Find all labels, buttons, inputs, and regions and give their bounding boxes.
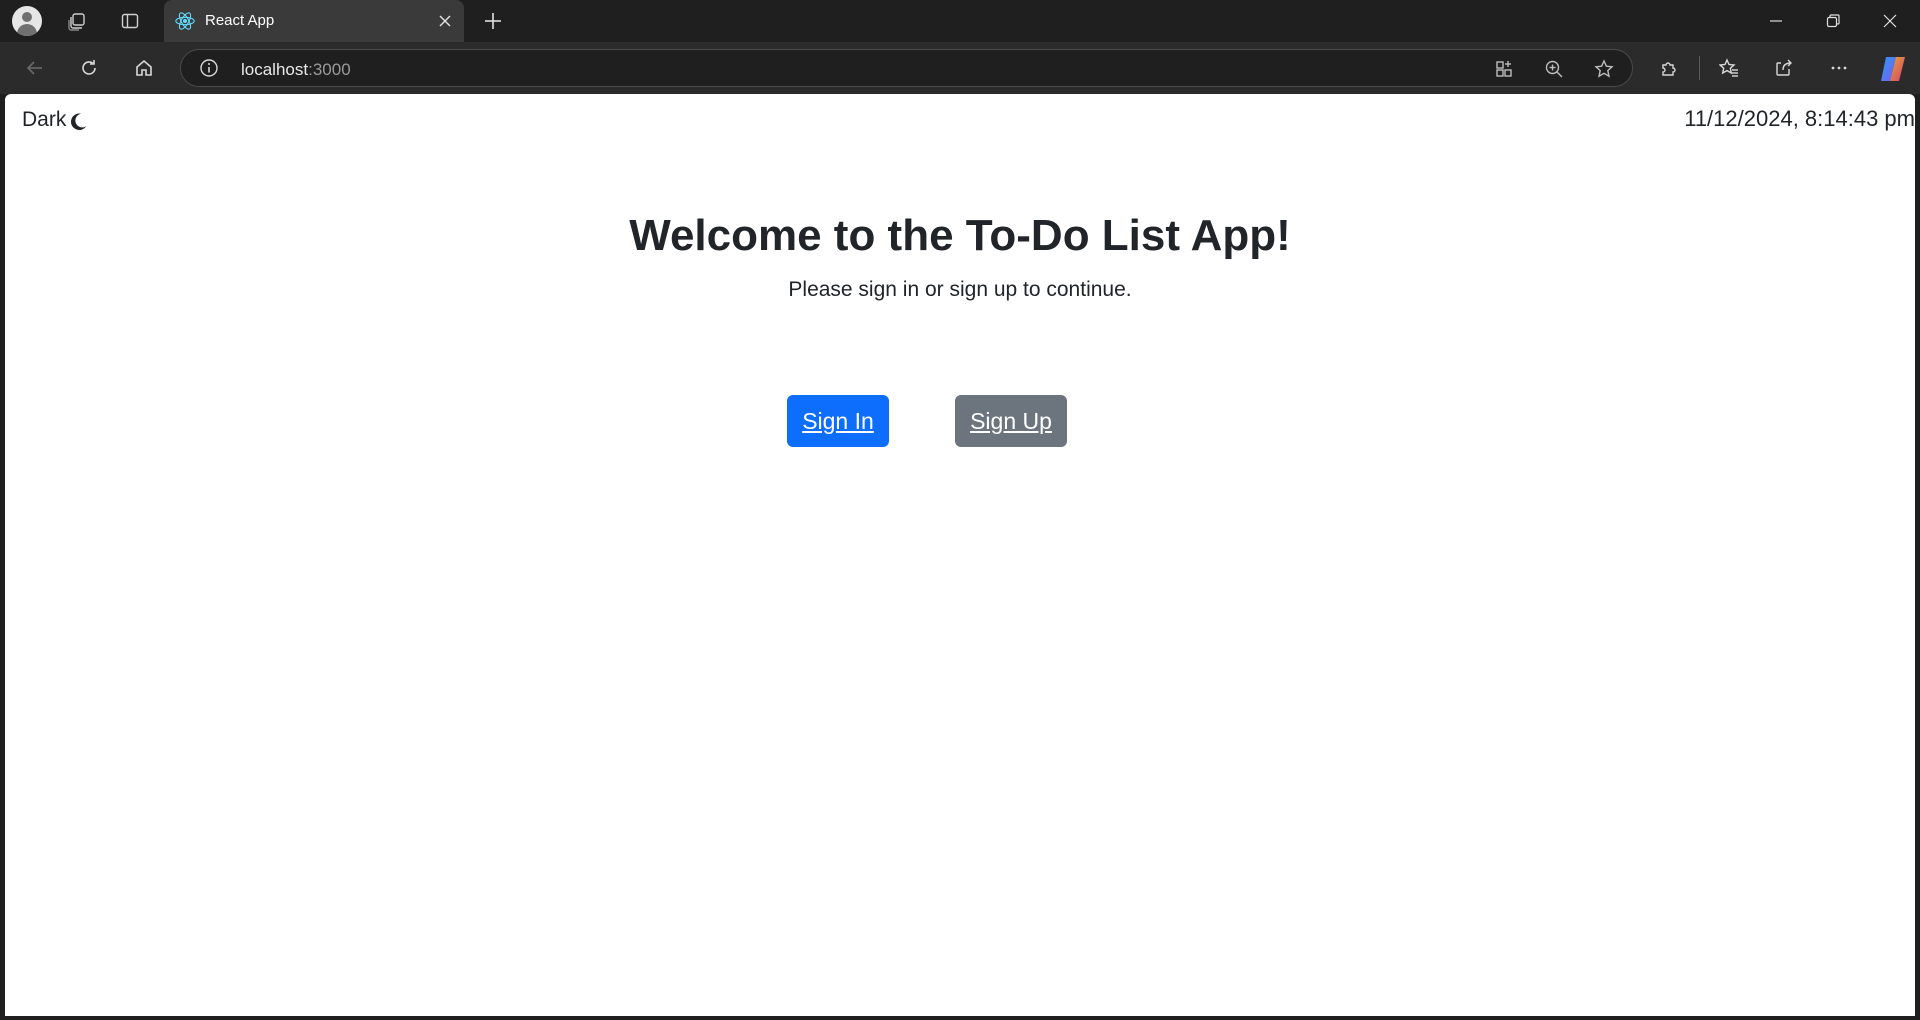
new-tab-icon[interactable]	[478, 6, 508, 36]
favorite-star-icon[interactable]	[1592, 57, 1616, 81]
restore-icon[interactable]	[1805, 0, 1861, 42]
page-subtitle: Please sign in or sign up to continue.	[788, 278, 1132, 301]
page-title: Welcome to the To-Do List App!	[629, 211, 1291, 260]
toolbar-divider	[1699, 56, 1700, 80]
moon-icon	[71, 113, 87, 131]
refresh-icon[interactable]	[73, 52, 105, 84]
home-icon[interactable]	[128, 52, 160, 84]
site-info-icon[interactable]	[199, 58, 219, 78]
title-bar: React App	[0, 0, 1920, 42]
extensions-icon[interactable]	[1653, 52, 1685, 84]
tab-react-app[interactable]: React App	[164, 0, 464, 42]
more-options-icon[interactable]	[1823, 52, 1855, 84]
copilot-icon[interactable]	[1878, 54, 1908, 84]
date-time-display: 11/12/2024, 8:14:43 pm	[1684, 106, 1915, 131]
dark-mode-toggle[interactable]: Dark	[22, 107, 89, 133]
tab-title: React App	[205, 12, 275, 29]
url-port: :3000	[308, 60, 351, 79]
workspaces-icon[interactable]	[62, 6, 92, 36]
sign-up-button[interactable]: Sign Up	[955, 395, 1067, 447]
back-arrow-icon[interactable]	[19, 52, 51, 84]
close-tab-icon[interactable]	[432, 8, 458, 34]
app-available-icon[interactable]	[1492, 57, 1516, 81]
theme-toggle-label: Dark	[22, 108, 67, 131]
address-bar[interactable]: localhost:3000	[180, 49, 1633, 87]
url-text: localhost:3000	[241, 60, 351, 80]
favorites-icon[interactable]	[1713, 52, 1745, 84]
zoom-icon[interactable]	[1542, 57, 1566, 81]
minimize-icon[interactable]	[1748, 0, 1804, 42]
close-window-icon[interactable]	[1862, 0, 1918, 42]
url-host: localhost	[241, 60, 309, 79]
profile-avatar-icon[interactable]	[12, 6, 42, 36]
vertical-tabs-icon[interactable]	[115, 6, 145, 36]
browser-toolbar: localhost:3000	[0, 42, 1920, 94]
react-logo-icon	[175, 12, 195, 30]
page-viewport: Dark 11/12/2024, 8:14:43 pm Welcome to t…	[5, 94, 1915, 1016]
sign-in-button[interactable]: Sign In	[787, 395, 889, 447]
share-icon[interactable]	[1768, 52, 1800, 84]
